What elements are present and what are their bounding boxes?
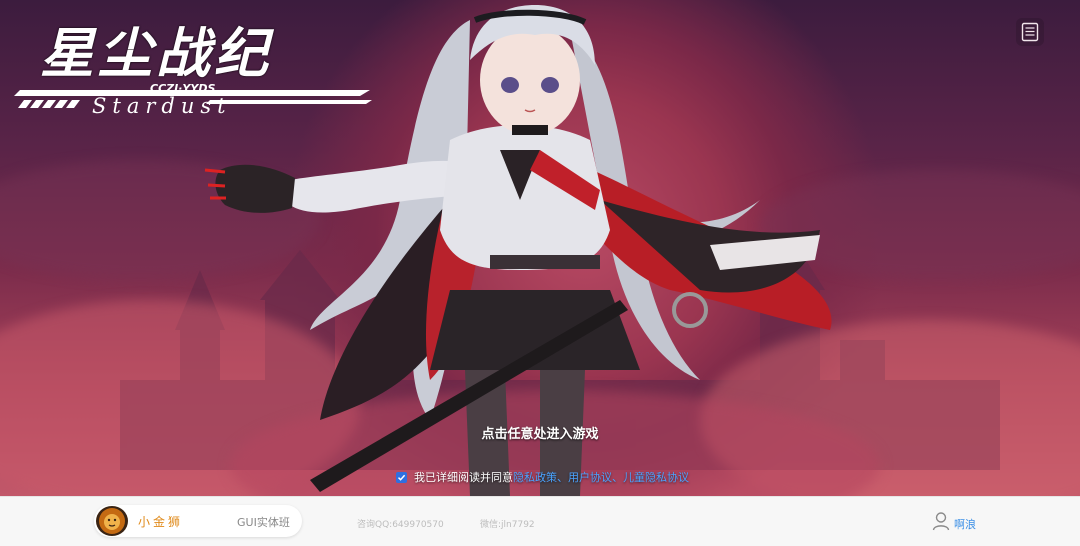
check-icon: [397, 474, 406, 481]
agreement-separator: 、: [557, 471, 568, 484]
user-icon: [932, 512, 950, 531]
user-agreement-link[interactable]: 用户协议: [568, 469, 612, 485]
logo-title: 星尘战纪: [40, 22, 272, 85]
notice-menu-button[interactable]: [1016, 18, 1044, 46]
privacy-policy-link[interactable]: 隐私政策: [513, 469, 557, 485]
notice-list-icon: [1021, 22, 1039, 42]
brand-name: 小金狮: [138, 515, 184, 529]
contact-wechat: 微信:jln7792: [480, 520, 535, 530]
brand-badge: 小金狮 GUI实体班: [94, 505, 302, 537]
game-background[interactable]: 星尘战纪 CCZJ·YYDS Stardust 点击任意处进入游戏 我已详细阅读…: [0, 0, 1080, 496]
footer-bar: 小金狮 GUI实体班 咨询QQ:649970570 微信:jln7792: [0, 496, 1080, 546]
agreement-text: 我已详细阅读并同意: [414, 471, 513, 484]
username[interactable]: 啊浪: [954, 516, 976, 532]
game-logo: 星尘战纪 CCZJ·YYDS Stardust: [10, 18, 390, 128]
user-account[interactable]: 啊浪: [932, 510, 976, 532]
enter-game-hint[interactable]: 点击任意处进入游戏: [0, 423, 1080, 442]
logo-english-name: Stardust: [92, 94, 232, 118]
child-privacy-link[interactable]: 儿童隐私协议: [623, 469, 689, 485]
agreement-separator: 、: [612, 471, 623, 484]
contact-qq: 咨询QQ:649970570: [357, 520, 444, 530]
agreement-checkbox[interactable]: [396, 471, 407, 483]
lion-logo-icon: [96, 506, 128, 536]
agreement-row: 我已详细阅读并同意 隐私政策 、 用户协议 、 儿童隐私协议: [396, 469, 689, 485]
course-name: GUI实体班: [237, 516, 290, 529]
